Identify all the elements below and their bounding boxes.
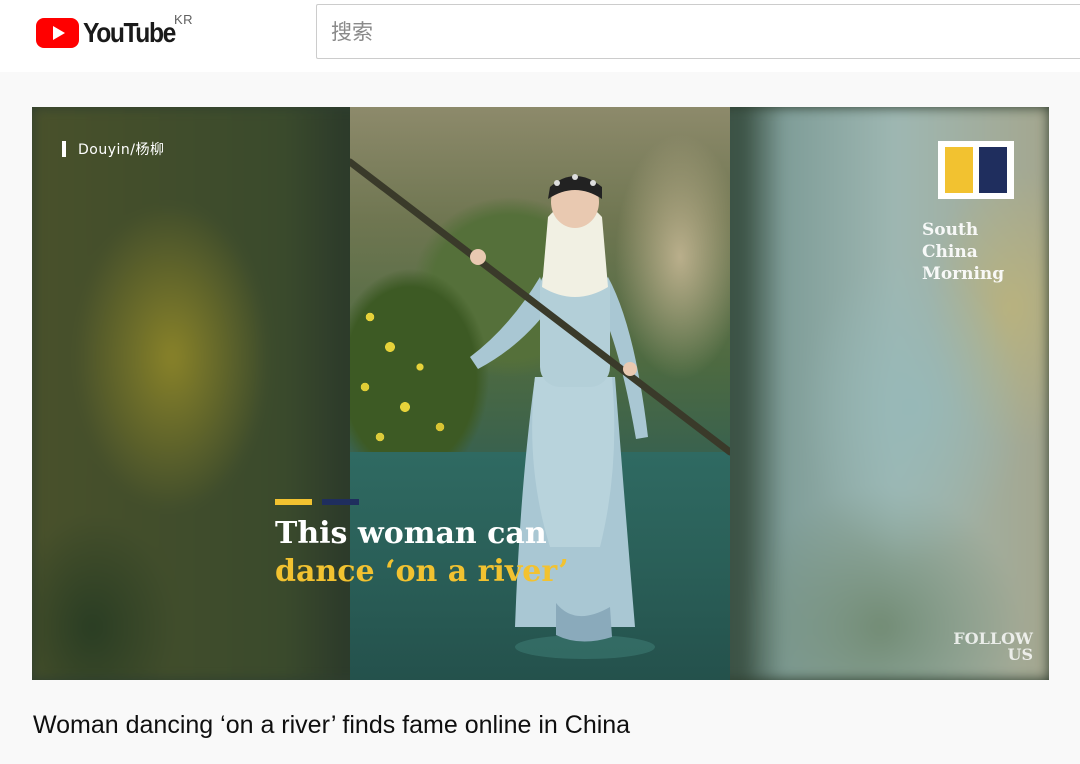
caption-line-1: This woman can	[275, 516, 547, 551]
caption-bar-navy	[322, 499, 359, 505]
caption-bar-yellow	[275, 499, 312, 505]
credit-bar	[62, 141, 66, 157]
follow-us-label: FOLLOW US	[947, 631, 1033, 663]
youtube-play-icon	[36, 18, 79, 48]
search-box[interactable]	[316, 4, 1080, 59]
follow-line-2: US	[1007, 645, 1033, 664]
brand-name-line-1: South China	[922, 220, 979, 262]
woman-figure	[350, 158, 730, 659]
logo-wordmark: YouTube	[83, 17, 176, 48]
youtube-logo[interactable]: YouTube	[36, 15, 187, 51]
video-frame	[350, 107, 730, 680]
source-credit: Douyin/杨柳	[62, 139, 164, 159]
masthead: YouTube KR	[0, 0, 1080, 72]
brand-name: South China Morning	[922, 219, 1032, 285]
caption-accent-bars	[275, 499, 569, 505]
brand-name-line-2: Morning	[922, 264, 1005, 284]
video-title: Woman dancing ‘on a river’ finds fame on…	[33, 711, 631, 739]
region-code: KR	[174, 12, 194, 27]
caption-line-2: dance ‘on a river’	[275, 554, 569, 589]
search-input[interactable]	[331, 5, 1071, 58]
scmp-logo-yellow	[945, 147, 973, 193]
scmp-logo-navy	[979, 147, 1007, 193]
video-caption: This woman can dance ‘on a river’	[275, 499, 569, 591]
video-player[interactable]: Douyin/杨柳 This woman can dance ‘on a riv…	[32, 107, 1049, 680]
scmp-logo	[938, 141, 1014, 199]
credit-text: Douyin/杨柳	[78, 142, 165, 158]
